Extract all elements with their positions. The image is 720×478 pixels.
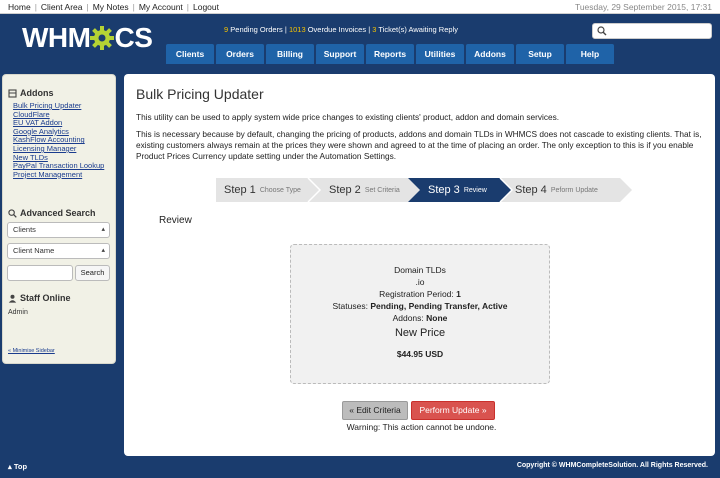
nav-reports[interactable]: Reports bbox=[366, 44, 414, 64]
step-4-label: Step 4 bbox=[515, 184, 547, 196]
addons-heading: Addons bbox=[8, 88, 54, 98]
step-3-sub: Review bbox=[463, 186, 487, 194]
step-2: Step 2 Set Criteria bbox=[321, 178, 400, 202]
logo-text-b: CS bbox=[114, 22, 153, 53]
top-link-logout[interactable]: Logout bbox=[189, 2, 223, 12]
global-search[interactable] bbox=[592, 23, 712, 39]
updown-arrow-icon: ▴ bbox=[101, 247, 105, 254]
step-2-label: Step 2 bbox=[329, 184, 361, 196]
tickets-count[interactable]: 3 bbox=[372, 25, 376, 34]
user-icon bbox=[8, 294, 17, 303]
summary-addons: Addons: None bbox=[291, 313, 549, 323]
addons-label: Addons: bbox=[392, 313, 424, 323]
logo-text-a: WHM bbox=[22, 22, 91, 53]
perform-update-button[interactable]: Perform Update » bbox=[411, 401, 495, 420]
statuses-label: Statuses: bbox=[332, 301, 368, 311]
step-3: Step 3 Review bbox=[420, 178, 487, 202]
box-icon bbox=[8, 88, 17, 98]
nav-setup[interactable]: Setup bbox=[516, 44, 564, 64]
staff-member: Admin bbox=[8, 309, 28, 316]
overdue-invoices-label[interactable]: Overdue Invoices bbox=[308, 25, 366, 34]
addons-title: Addons bbox=[20, 88, 54, 98]
separator: | bbox=[368, 25, 371, 34]
statuses-value: Pending, Pending Transfer, Active bbox=[370, 301, 508, 311]
search-field-select[interactable]: Client Name ▴ bbox=[7, 243, 110, 259]
step-1-sub: Choose Type bbox=[259, 186, 301, 194]
staff-online-heading: Staff Online bbox=[8, 293, 71, 303]
review-heading: Review bbox=[159, 215, 192, 226]
warning-text: Warning: This action cannot be undone. bbox=[346, 422, 497, 432]
step-4: Step 4 Peform Update bbox=[507, 178, 598, 202]
summary-reg-period: Registration Period: 1 bbox=[291, 289, 549, 299]
summary-tld: .io bbox=[415, 277, 425, 287]
nav-help[interactable]: Help bbox=[566, 44, 614, 64]
up-arrow-icon: ▴ bbox=[8, 462, 12, 471]
sidebar: Addons Bulk Pricing Updater CloudFlare E… bbox=[2, 74, 116, 364]
sidebar-search-button[interactable]: Search bbox=[75, 265, 110, 281]
overdue-invoices-count[interactable]: 1013 bbox=[289, 25, 306, 34]
top-link-home[interactable]: Home bbox=[8, 2, 35, 12]
top-link-client-area[interactable]: Client Area bbox=[37, 2, 87, 12]
step-1: Step 1 Choose Type bbox=[216, 178, 301, 202]
reg-period-label: Registration Period: bbox=[379, 289, 454, 299]
search-icon bbox=[597, 26, 607, 36]
edit-criteria-button[interactable]: « Edit Criteria bbox=[342, 401, 408, 420]
addon-links: Bulk Pricing Updater CloudFlare EU VAT A… bbox=[13, 101, 104, 180]
top-link-my-account[interactable]: My Account bbox=[135, 2, 187, 12]
top-links: Home | Client Area | My Notes | My Account |… bbox=[8, 2, 223, 12]
advanced-search-heading: Advanced Search bbox=[8, 208, 96, 218]
review-summary: Domain TLDs .io Registration Period: 1 S… bbox=[290, 244, 550, 384]
nav-addons[interactable]: Addons bbox=[466, 44, 514, 64]
step-1-label: Step 1 bbox=[224, 184, 256, 196]
addons-value: None bbox=[426, 313, 448, 323]
header: WHM CS 9 Pending Orders | 1013 Overdue I… bbox=[0, 14, 720, 66]
reg-period-value: 1 bbox=[456, 289, 461, 299]
top-link-my-notes[interactable]: My Notes bbox=[89, 2, 133, 12]
current-date: Tuesday, 29 September 2015, 17:31 bbox=[574, 2, 712, 12]
step-4-sub: Peform Update bbox=[550, 186, 598, 194]
step-3-label: Step 3 bbox=[428, 184, 460, 196]
wizard-steps: Step 1 Choose Type Step 2 Set Criteria Ste… bbox=[216, 178, 632, 202]
nav-utilities[interactable]: Utilities bbox=[416, 44, 464, 64]
nav-billing[interactable]: Billing bbox=[266, 44, 314, 64]
staff-online-title: Staff Online bbox=[20, 293, 71, 303]
tickets-label[interactable]: Ticket(s) Awaiting Reply bbox=[378, 25, 458, 34]
updown-arrow-icon: ▴ bbox=[101, 226, 105, 233]
addon-link-project-management[interactable]: Project Management bbox=[13, 170, 104, 180]
summary-type: Domain TLDs bbox=[394, 265, 446, 275]
search-input[interactable] bbox=[609, 25, 709, 37]
advanced-search-title: Advanced Search bbox=[20, 208, 96, 218]
new-price-label: New Price bbox=[394, 327, 446, 339]
step-2-sub: Set Criteria bbox=[364, 186, 400, 194]
nav-orders[interactable]: Orders bbox=[216, 44, 264, 64]
top-link-label: Top bbox=[13, 462, 28, 471]
header-alerts: 9 Pending Orders | 1013 Overdue Invoices… bbox=[224, 25, 458, 34]
new-price-value: $44.95 USD bbox=[396, 349, 444, 359]
explanation-paragraph: This is necessary because by default, ch… bbox=[136, 129, 702, 161]
search-icon bbox=[8, 208, 17, 218]
nav-support[interactable]: Support bbox=[316, 44, 364, 64]
main-content: Bulk Pricing Updater This utility can be… bbox=[124, 74, 715, 456]
sidebar-search-input[interactable] bbox=[7, 265, 73, 281]
pending-orders-label[interactable]: Pending Orders bbox=[230, 25, 283, 34]
separator: | bbox=[284, 25, 287, 34]
page-title: Bulk Pricing Updater bbox=[136, 86, 264, 102]
minimise-sidebar-link[interactable]: « Minimise Sidebar bbox=[8, 348, 55, 354]
copyright: Copyright © WHMCompleteSolution. All Rig… bbox=[516, 462, 708, 469]
gear-icon bbox=[90, 26, 115, 50]
main-nav: Clients Orders Billing Support Reports U… bbox=[166, 44, 616, 64]
back-to-top-link[interactable]: ▴ Top bbox=[8, 462, 27, 471]
search-field-value: Client Name bbox=[13, 246, 55, 255]
nav-clients[interactable]: Clients bbox=[166, 44, 214, 64]
search-type-value: Clients bbox=[13, 225, 36, 234]
search-type-select[interactable]: Clients ▴ bbox=[7, 222, 110, 238]
summary-statuses: Statuses: Pending, Pending Transfer, Act… bbox=[291, 301, 549, 311]
logo[interactable]: WHM CS bbox=[22, 22, 153, 53]
top-bar: Home | Client Area | My Notes | My Account |… bbox=[0, 0, 720, 14]
intro-paragraph: This utility can be used to apply system… bbox=[136, 112, 560, 122]
pending-orders-count[interactable]: 9 bbox=[224, 25, 228, 34]
